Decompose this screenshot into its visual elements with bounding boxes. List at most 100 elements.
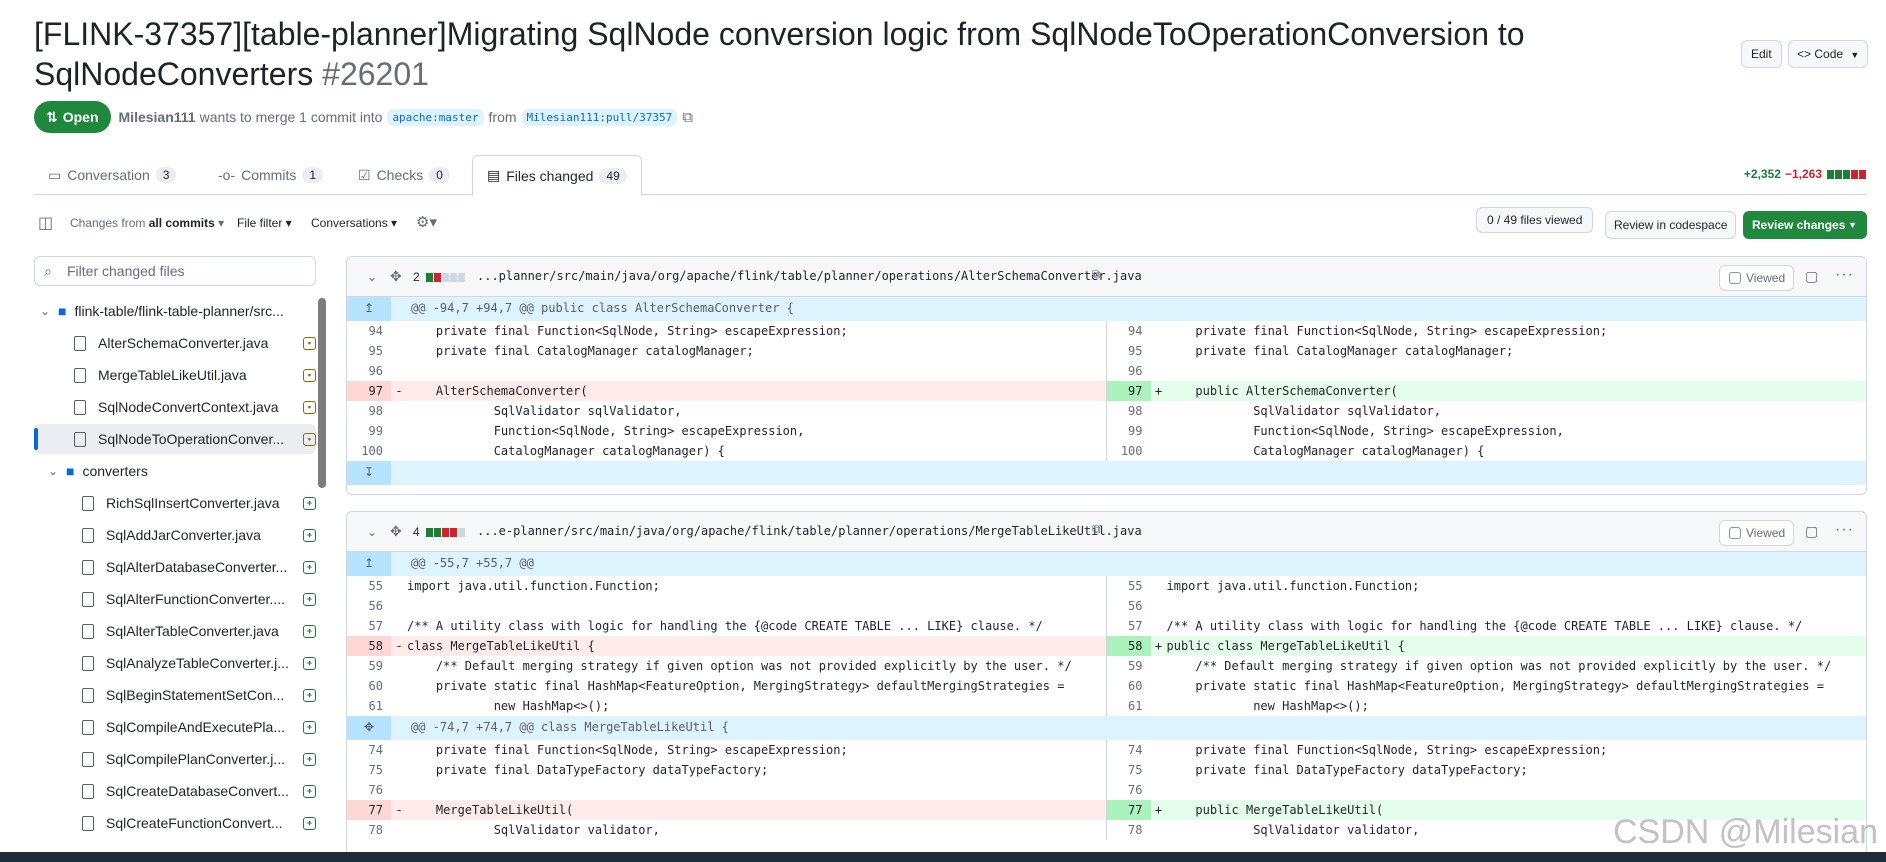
line-number[interactable]: 76	[347, 780, 391, 800]
line-number[interactable]: 58	[347, 636, 391, 656]
tab-conversation[interactable]: ▭ Conversation 3	[34, 155, 190, 195]
line-number[interactable]: 59	[347, 656, 391, 676]
line-number[interactable]: 56	[1107, 596, 1151, 616]
line-number[interactable]: 99	[347, 421, 391, 441]
review-changes-button[interactable]: Review changes ▼	[1743, 211, 1867, 239]
tree-file[interactable]: SqlCreateDatabaseConvert... +	[34, 776, 316, 806]
line-number[interactable]: 77	[1106, 800, 1151, 820]
tree-file[interactable]: SqlCreateFunctionConvert... +	[34, 808, 316, 838]
line-number[interactable]: 75	[1107, 760, 1151, 780]
line-number[interactable]: 97	[347, 381, 391, 401]
tree-file[interactable]: SqlBeginStatementSetCon... +	[34, 680, 316, 710]
file-path[interactable]: ...planner/src/main/java/org/apache/flin…	[477, 269, 1142, 283]
left-side: 77- MergeTableLikeUtil(	[347, 800, 1107, 820]
comment-icon[interactable]: ▢	[1805, 523, 1818, 540]
line-number[interactable]: 60	[347, 676, 391, 696]
file-filter-menu[interactable]: File filter ▾	[237, 216, 292, 230]
line-number[interactable]: 76	[1107, 780, 1151, 800]
expand-up-icon[interactable]: ↥	[347, 297, 391, 321]
line-number[interactable]: 96	[1107, 361, 1151, 381]
tab-commits[interactable]: -o- Commits 1	[204, 155, 337, 195]
tree-file[interactable]: SqlCompilePlanConverter.j... +	[34, 744, 316, 774]
line-number[interactable]: 59	[1107, 656, 1151, 676]
line-number[interactable]: 61	[1107, 696, 1151, 716]
line-number[interactable]: 95	[347, 341, 391, 361]
code-button[interactable]: <> Code ▼	[1788, 40, 1868, 68]
line-number[interactable]: 96	[347, 361, 391, 381]
line-number[interactable]: 58	[1106, 636, 1151, 656]
line-number[interactable]: 61	[347, 696, 391, 716]
tree-folder-converters[interactable]: ⌄ ■ converters	[34, 456, 316, 486]
line-number[interactable]: 99	[1107, 421, 1151, 441]
tree-file-selected[interactable]: SqlNodeToOperationConver... •	[34, 424, 316, 454]
line-number[interactable]: 57	[347, 616, 391, 636]
changes-from-menu[interactable]: Changes from all commits ▾	[70, 216, 224, 230]
tree-file[interactable]: SqlNodeConvertContext.java •	[34, 392, 316, 422]
line-number[interactable]: 78	[1107, 820, 1151, 840]
copy-icon[interactable]: ⧉	[682, 109, 693, 126]
file-path[interactable]: ...e-planner/src/main/java/org/apache/fl…	[477, 524, 1142, 538]
copy-icon[interactable]: ⧉	[1092, 267, 1101, 282]
tree-file[interactable]: SqlAddJarConverter.java +	[34, 520, 316, 550]
scroll-thumb[interactable]	[318, 298, 326, 488]
tab-files-changed[interactable]: ▤ Files changed 49	[472, 155, 642, 196]
line-number[interactable]: 55	[347, 576, 391, 596]
line-number[interactable]: 55	[1107, 576, 1151, 596]
line-number[interactable]: 77	[347, 800, 391, 820]
line-number[interactable]: 97	[1106, 381, 1151, 401]
tree-file[interactable]: RichSqlInsertConverter.java +	[34, 488, 316, 518]
left-side: 56	[347, 596, 1107, 616]
base-branch[interactable]: apache:master	[387, 108, 484, 126]
line-number[interactable]: 98	[1107, 401, 1151, 421]
line-number[interactable]: 60	[1107, 676, 1151, 696]
gear-icon[interactable]: ⚙▾	[416, 213, 437, 231]
line-number[interactable]: 100	[1107, 441, 1151, 461]
comment-icon[interactable]: ▢	[1805, 268, 1818, 285]
line-number[interactable]: 57	[1107, 616, 1151, 636]
line-number[interactable]: 100	[347, 441, 391, 461]
line-number[interactable]: 74	[347, 740, 391, 760]
viewed-checkbox[interactable]: Viewed	[1719, 520, 1795, 546]
tree-file[interactable]: MergeTableLikeUtil.java •	[34, 360, 316, 390]
kebab-icon[interactable]: ···	[1835, 521, 1854, 539]
viewed-checkbox[interactable]: Viewed	[1719, 265, 1795, 291]
expand-up-icon[interactable]: ↥	[347, 552, 391, 576]
tab-checks[interactable]: ☑ Checks 0	[344, 155, 464, 195]
line-number[interactable]: 94	[347, 321, 391, 341]
line-number[interactable]: 94	[1107, 321, 1151, 341]
chevron-down-icon[interactable]: ⌄	[367, 525, 377, 539]
head-branch[interactable]: Milesian111:pull/37357	[521, 108, 678, 126]
conversations-menu[interactable]: Conversations ▾	[311, 216, 397, 230]
kebab-icon[interactable]: ···	[1835, 266, 1854, 284]
move-icon[interactable]: ✥	[390, 523, 402, 540]
added-icon: +	[303, 560, 316, 574]
filter-files-input[interactable]: ⌕ Filter changed files	[34, 256, 316, 286]
line-number[interactable]: 98	[347, 401, 391, 421]
change-count: 4	[413, 525, 420, 539]
tree-file[interactable]: SqlAlterTableConverter.java +	[34, 616, 316, 646]
line-number[interactable]: 75	[347, 760, 391, 780]
tree-file[interactable]: SqlAlterDatabaseConverter... +	[34, 552, 316, 582]
edit-button[interactable]: Edit	[1741, 40, 1782, 68]
move-icon[interactable]: ✥	[390, 268, 402, 285]
modified-icon: •	[303, 400, 316, 414]
tree-folder-root[interactable]: ⌄ ■ flink-table/flink-table-planner/src...	[34, 296, 316, 326]
copy-icon[interactable]: ⧉	[1092, 522, 1101, 537]
sidebar-toggle-icon[interactable]: ◫	[38, 213, 53, 233]
tree-file[interactable]: SqlCompileAndExecutePla... +	[34, 712, 316, 742]
tree-file[interactable]: SqlAlterFunctionConverter.... +	[34, 584, 316, 614]
line-number[interactable]: 78	[347, 820, 391, 840]
author-link[interactable]: Milesian111	[119, 109, 196, 125]
tree-file[interactable]: AlterSchemaConverter.java •	[34, 328, 316, 358]
expand-down-icon[interactable]: ↧	[347, 461, 391, 485]
tree-file[interactable]: SqlAnalyzeTableConverter.j... +	[34, 648, 316, 678]
expand-icon[interactable]: ✥	[347, 716, 391, 740]
line-number[interactable]: 95	[1107, 341, 1151, 361]
line-number[interactable]: 56	[347, 596, 391, 616]
file-icon	[82, 783, 94, 799]
folder-name: flink-table/flink-table-planner/src...	[74, 303, 284, 319]
review-in-codespace-button[interactable]: Review in codespace	[1605, 211, 1737, 239]
tree-scrollbar[interactable]	[318, 280, 326, 730]
line-number[interactable]: 74	[1107, 740, 1151, 760]
chevron-down-icon[interactable]: ⌄	[367, 270, 377, 284]
